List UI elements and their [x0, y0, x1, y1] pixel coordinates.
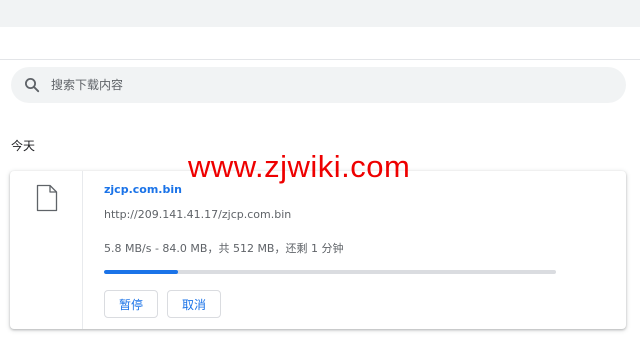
date-section-header: 今天 — [11, 139, 36, 153]
file-icon — [35, 184, 59, 212]
download-file-name-link[interactable]: zjcp.com.bin — [104, 183, 182, 196]
search-box[interactable] — [11, 67, 626, 103]
watermark-text: www.zjwiki.com — [188, 149, 411, 184]
header-divider — [0, 59, 640, 60]
file-icon-column — [10, 171, 83, 329]
download-item-card: zjcp.com.bin http://209.141.41.17/zjcp.c… — [10, 171, 626, 329]
cancel-button[interactable]: 取消 — [167, 290, 221, 318]
download-source-url[interactable]: http://209.141.41.17/zjcp.com.bin — [104, 208, 291, 221]
toolbar-strip — [0, 0, 640, 27]
search-input[interactable] — [51, 74, 571, 96]
download-status-text: 5.8 MB/s - 84.0 MB，共 512 MB，还剩 1 分钟 — [104, 242, 344, 255]
download-progress-bar — [104, 270, 556, 274]
download-progress-fill — [104, 270, 179, 274]
pause-button[interactable]: 暂停 — [104, 290, 158, 318]
search-icon[interactable] — [23, 76, 41, 94]
